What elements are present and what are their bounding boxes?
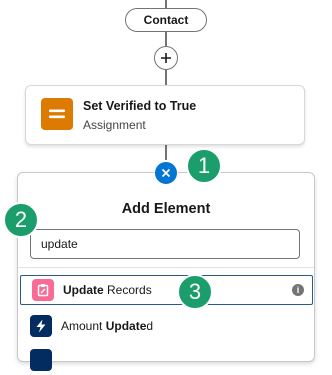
- result-label: Amount Updated: [61, 319, 154, 333]
- search-input[interactable]: [30, 229, 300, 259]
- add-element-button[interactable]: [154, 46, 178, 70]
- step-badge-1: 1: [186, 148, 222, 184]
- connector-line: [165, 145, 167, 160]
- update-records-icon: [32, 279, 54, 301]
- assignment-icon: [41, 98, 73, 130]
- info-icon[interactable]: i: [292, 284, 304, 296]
- step-badge-3: 3: [177, 274, 213, 310]
- result-partial[interactable]: [19, 345, 313, 375]
- contact-node-label: Contact: [143, 13, 189, 27]
- flow-icon: [30, 349, 52, 371]
- add-element-panel: Add Element Update Records i Amount Upda…: [17, 172, 315, 371]
- divider: [18, 267, 314, 268]
- panel-title: Add Element: [121, 201, 211, 217]
- result-label: Update Records: [63, 283, 152, 297]
- plus-icon: [161, 53, 171, 63]
- contact-node[interactable]: Contact: [125, 8, 207, 32]
- connector-line: [165, 69, 167, 85]
- result-update-records[interactable]: Update Records i: [20, 275, 313, 305]
- close-icon: [161, 168, 171, 178]
- result-amount-updated[interactable]: Amount Updated: [19, 311, 313, 341]
- close-add-element-button[interactable]: [154, 161, 178, 185]
- assignment-type-label: Assignment: [83, 118, 146, 132]
- assignment-title: Set Verified to True: [83, 99, 197, 113]
- lightning-icon: [30, 315, 52, 337]
- assignment-card[interactable]: Set Verified to True Assignment: [25, 85, 305, 145]
- step-badge-2: 2: [3, 202, 39, 238]
- connector-line: [165, 30, 167, 47]
